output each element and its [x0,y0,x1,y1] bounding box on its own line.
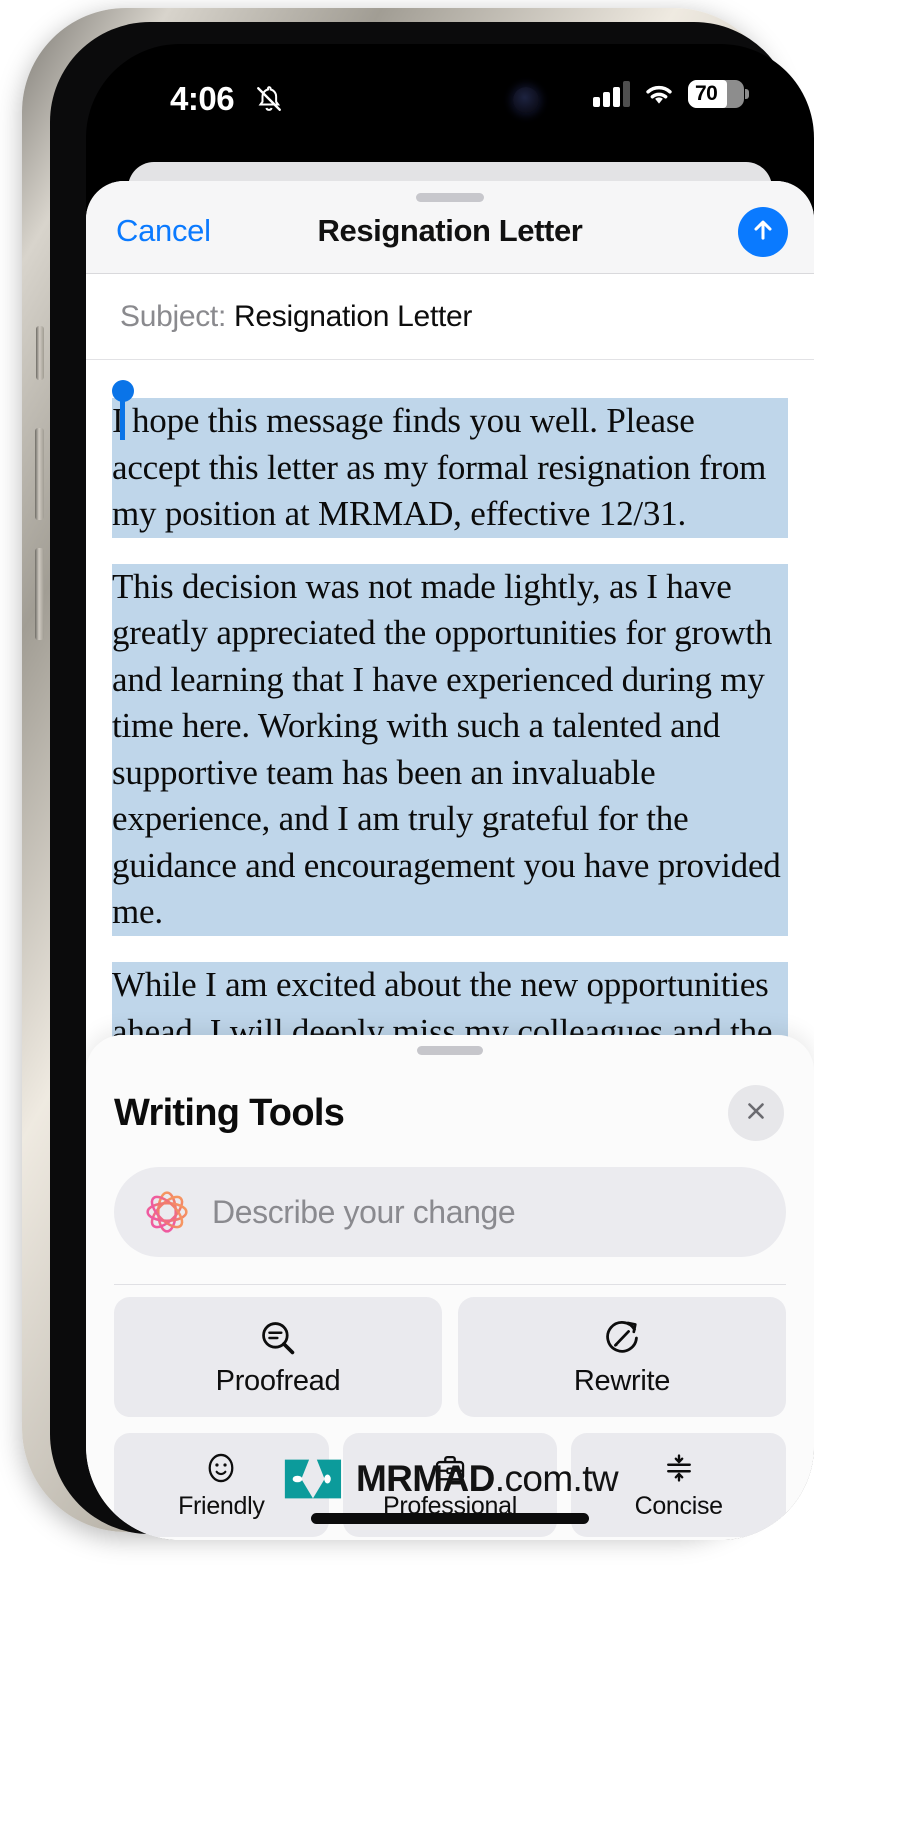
wifi-icon [642,81,676,107]
apple-intelligence-icon [136,1181,198,1243]
proofread-label: Proofread [216,1365,341,1398]
close-button[interactable] [728,1085,784,1141]
page-title: Resignation Letter [86,213,814,249]
subject-label: Subject: [120,300,226,334]
magnifier-lines-icon [257,1317,299,1359]
mrmad-logo-icon [282,1455,344,1503]
mail-compose-sheet: Cancel Resignation Letter Subject: [86,181,814,1540]
site-watermark: MRMAD.com.tw [282,1455,618,1503]
phone-frame: 4:06 [22,8,778,1532]
silent-switch[interactable] [36,326,44,380]
phone-bezel: 4:06 [50,22,794,1534]
describe-change-placeholder: Describe your change [212,1194,515,1231]
friendly-label: Friendly [178,1492,265,1521]
dynamic-island [323,70,577,130]
compose-navigation-bar: Cancel Resignation Letter [86,181,814,274]
battery-indicator: 70 [688,80,744,108]
body-paragraph: This decision was not made lightly, as I… [112,564,788,936]
watermark-text: MRMAD.com.tw [356,1458,618,1500]
volume-up-button[interactable] [35,428,44,520]
front-camera-lens [513,87,539,113]
home-indicator[interactable] [311,1513,589,1524]
cellular-bars-icon [593,81,630,107]
sheet-grabber[interactable] [416,193,484,202]
close-x-icon [744,1099,768,1128]
mail-body-area[interactable]: I hope this message finds you well. Plea… [86,360,814,1100]
send-arrow-up-icon [749,216,777,249]
subject-field-row[interactable]: Subject: Resignation Letter [86,274,814,360]
smiley-face-icon [202,1449,240,1487]
status-bar-time: 4:06 [170,80,234,118]
describe-change-input[interactable]: Describe your change [114,1167,786,1257]
send-button[interactable] [738,207,788,257]
volume-down-button[interactable] [35,548,44,640]
screenshot-root: 4:06 [0,0,900,1838]
concise-label: Concise [635,1492,723,1521]
status-bar-indicators: 70 [593,80,744,108]
compress-arrows-icon [660,1449,698,1487]
primary-actions-row: Proofread [114,1297,786,1417]
writing-tools-title: Writing Tools [114,1092,344,1135]
subject-input[interactable]: Resignation Letter [234,300,472,334]
battery-level-label: 70 [688,80,744,108]
circular-arrow-pencil-icon [601,1317,643,1359]
bell-slash-icon [254,83,284,115]
status-bar: 4:06 [86,44,814,152]
rewrite-button[interactable]: Rewrite [458,1297,786,1417]
writing-tools-header: Writing Tools [86,1071,814,1155]
body-paragraph: I hope this message finds you well. Plea… [112,398,788,538]
proofread-button[interactable]: Proofread [114,1297,442,1417]
watermark-suffix: .com.tw [495,1458,618,1499]
mail-body-text[interactable]: I hope this message finds you well. Plea… [112,398,788,1100]
selection-caret [120,394,125,440]
phone-screen: 4:06 [86,44,814,1540]
writing-tools-grabber[interactable] [417,1046,483,1055]
watermark-brand: MRMAD [356,1458,495,1499]
panel-divider [114,1284,786,1285]
rewrite-label: Rewrite [574,1365,670,1398]
